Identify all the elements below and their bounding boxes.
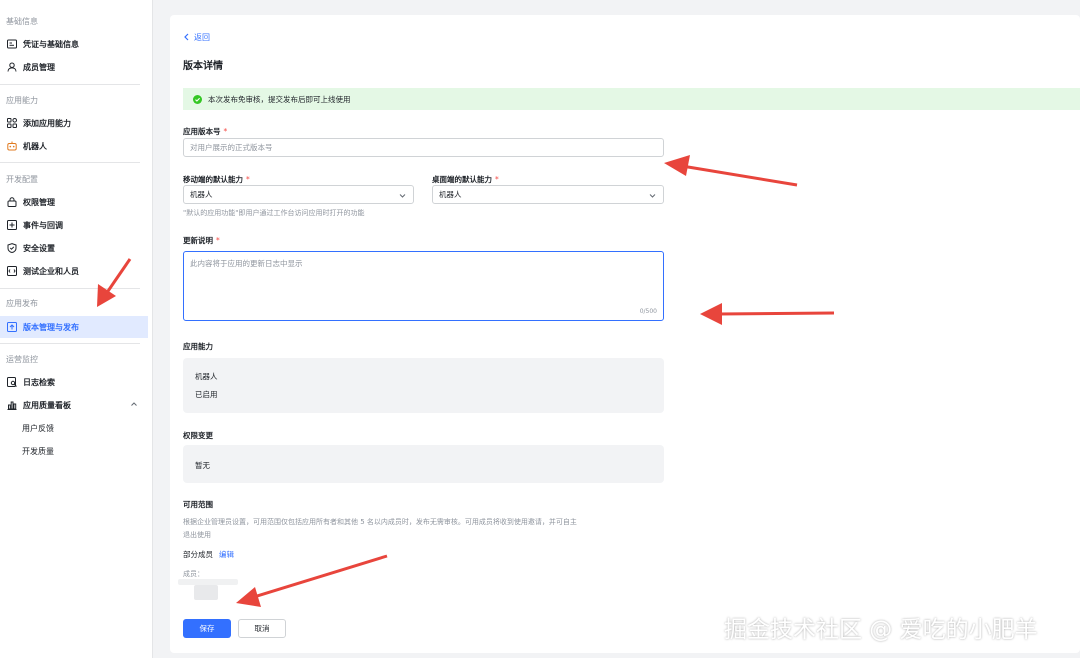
capability-status: 已启用 <box>195 390 218 399</box>
sidebar-item-label: 安全设置 <box>23 243 55 253</box>
sidebar-section-release: 应用发布 <box>6 299 38 308</box>
sidebar-section-basic: 基础信息 <box>6 17 38 26</box>
chevron-left-icon <box>183 33 190 43</box>
changelog-placeholder: 此内容将于应用的更新日志中显示 <box>190 259 303 268</box>
permissions-change-label: 权限变更 <box>183 431 213 440</box>
sidebar-item-label: 测试企业和人员 <box>23 266 79 276</box>
edit-scope-link[interactable]: 编辑 <box>219 550 234 559</box>
apps-icon <box>6 118 17 129</box>
chevron-up-icon[interactable] <box>130 400 138 410</box>
version-label-text: 应用版本号 <box>183 127 221 136</box>
scope-description-line2: 退出使用 <box>183 531 211 539</box>
sidebar-item-label: 版本管理与发布 <box>23 322 79 332</box>
robot-icon <box>6 141 17 152</box>
required-mark: * <box>216 236 220 245</box>
sidebar-item-label: 应用质量看板 <box>23 400 71 410</box>
partial-members-label: 部分成员 <box>183 550 213 559</box>
mobile-default-label-text: 移动端的默认能力 <box>183 175 243 184</box>
sidebar-item-permissions[interactable]: 权限管理 <box>0 191 148 213</box>
chart-icon <box>6 400 17 411</box>
sidebar-divider <box>0 343 140 344</box>
changelog-label: 更新说明 * <box>183 235 220 246</box>
desktop-default-select[interactable]: 机器人 <box>432 185 664 204</box>
notice-text: 本次发布免审核，提交发布后即可上线使用 <box>208 94 351 104</box>
sidebar-item-user-feedback[interactable]: 用户反馈 <box>0 417 148 439</box>
sidebar-divider <box>0 288 140 289</box>
chevron-down-icon <box>649 192 656 201</box>
member-avatar-redacted <box>194 585 218 600</box>
version-detail-panel: 返回 版本详情 本次发布免审核，提交发布后即可上线使用 应用版本号 * 对用户展示… <box>170 15 1080 653</box>
sidebar-item-log-search[interactable]: 日志检索 <box>0 371 148 393</box>
publish-icon <box>6 322 17 333</box>
watermark: 掘金技术社区 @ 爱吃的小肥羊 <box>724 617 1038 643</box>
required-mark: * <box>495 175 499 184</box>
notice-banner: 本次发布免审核，提交发布后即可上线使用 <box>183 88 1080 110</box>
sidebar-item-security[interactable]: 安全设置 <box>0 237 148 259</box>
sidebar-item-label: 日志检索 <box>23 377 55 387</box>
desktop-default-value: 机器人 <box>439 190 462 199</box>
capability-name: 机器人 <box>195 372 218 381</box>
permissions-change-box: 暂无 <box>183 445 664 483</box>
sidebar-divider <box>0 84 140 85</box>
cancel-button[interactable]: 取消 <box>238 619 286 638</box>
permissions-change-value: 暂无 <box>195 461 210 470</box>
char-counter: 0/500 <box>639 308 657 315</box>
desktop-default-label: 桌面端的默认能力 * <box>432 174 499 185</box>
sidebar-item-add-capability[interactable]: 添加应用能力 <box>0 112 148 134</box>
sidebar-item-label: 机器人 <box>23 141 47 151</box>
scope-label: 可用范围 <box>183 500 213 509</box>
sidebar-section-ops: 运营监控 <box>6 355 38 364</box>
capabilities-label: 应用能力 <box>183 342 213 351</box>
sidebar-item-dev-quality[interactable]: 开发质量 <box>0 440 148 462</box>
version-input[interactable]: 对用户展示的正式版本号 <box>183 138 664 157</box>
sidebar-item-events[interactable]: 事件与回调 <box>0 214 148 236</box>
shield-icon <box>6 243 17 254</box>
sidebar-item-label: 开发质量 <box>22 446 54 456</box>
sidebar: 基础信息 凭证与基础信息 成员管理 应用能力 添加应用能力 机器人 开发配置 权… <box>0 0 153 658</box>
log-search-icon <box>6 377 17 388</box>
scope-description-line1: 根据企业管理员设置，可用范围仅包括应用所有者和其他 5 名以内成员时，发布无需审… <box>183 518 577 526</box>
sidebar-item-test-org[interactable]: 测试企业和人员 <box>0 260 148 282</box>
back-label: 返回 <box>194 33 210 42</box>
capabilities-box: 机器人 已启用 <box>183 358 664 413</box>
required-mark: * <box>246 175 250 184</box>
check-circle-icon <box>193 94 202 104</box>
page-title: 版本详情 <box>183 61 223 72</box>
sidebar-item-label: 权限管理 <box>23 197 55 207</box>
chevron-down-icon <box>399 192 406 201</box>
scope-members-row: 部分成员 编辑 <box>183 549 234 560</box>
members-label: 成员： <box>183 570 204 578</box>
sidebar-item-label: 事件与回调 <box>23 220 63 230</box>
lock-icon <box>6 197 17 208</box>
user-icon <box>6 62 17 73</box>
sidebar-item-label: 添加应用能力 <box>23 118 71 128</box>
changelog-textarea[interactable]: 此内容将于应用的更新日志中显示 0/500 <box>183 251 664 321</box>
sidebar-section-capabilities: 应用能力 <box>6 96 38 105</box>
required-mark: * <box>223 127 228 136</box>
sidebar-item-label: 成员管理 <box>23 62 55 72</box>
save-button[interactable]: 保存 <box>183 619 231 638</box>
version-label: 应用版本号 * <box>183 126 227 137</box>
sidebar-item-version-release[interactable]: 版本管理与发布 <box>0 316 148 338</box>
test-icon <box>6 266 17 277</box>
sidebar-item-label: 用户反馈 <box>22 423 54 433</box>
sidebar-section-dev-config: 开发配置 <box>6 175 38 184</box>
desktop-default-label-text: 桌面端的默认能力 <box>432 175 492 184</box>
default-capability-hint: "默认的应用功能"即用户通过工作台访问应用时打开的功能 <box>183 209 365 217</box>
sidebar-item-quality-dashboard[interactable]: 应用质量看板 <box>0 394 148 416</box>
back-link[interactable]: 返回 <box>183 32 210 43</box>
changelog-label-text: 更新说明 <box>183 236 213 245</box>
sidebar-item-credentials[interactable]: 凭证与基础信息 <box>0 33 148 55</box>
sidebar-item-members[interactable]: 成员管理 <box>0 56 148 78</box>
mobile-default-label: 移动端的默认能力 * <box>183 174 250 185</box>
event-icon <box>6 220 17 231</box>
sidebar-divider <box>0 162 140 163</box>
mobile-default-value: 机器人 <box>190 190 213 199</box>
sidebar-item-label: 凭证与基础信息 <box>23 39 79 49</box>
credential-icon <box>6 39 17 50</box>
mobile-default-select[interactable]: 机器人 <box>183 185 414 204</box>
sidebar-item-robot[interactable]: 机器人 <box>0 135 148 157</box>
